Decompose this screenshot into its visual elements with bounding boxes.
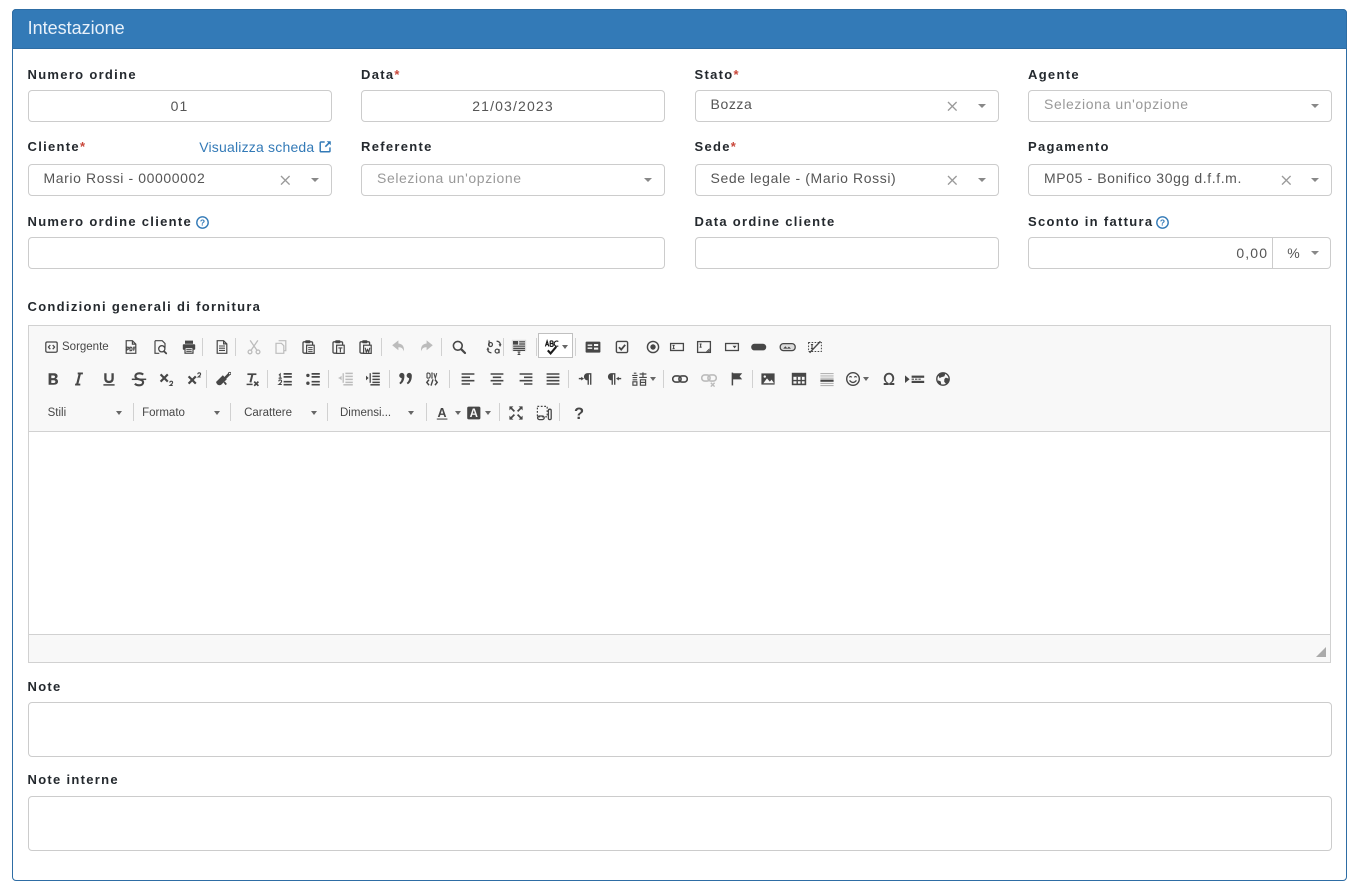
svg-text:?: ? [574,405,584,421]
svg-text:?: ? [1159,218,1164,228]
svg-text:A: A [437,406,446,420]
svg-text:?: ? [200,218,205,228]
svg-text:A: A [470,408,478,420]
